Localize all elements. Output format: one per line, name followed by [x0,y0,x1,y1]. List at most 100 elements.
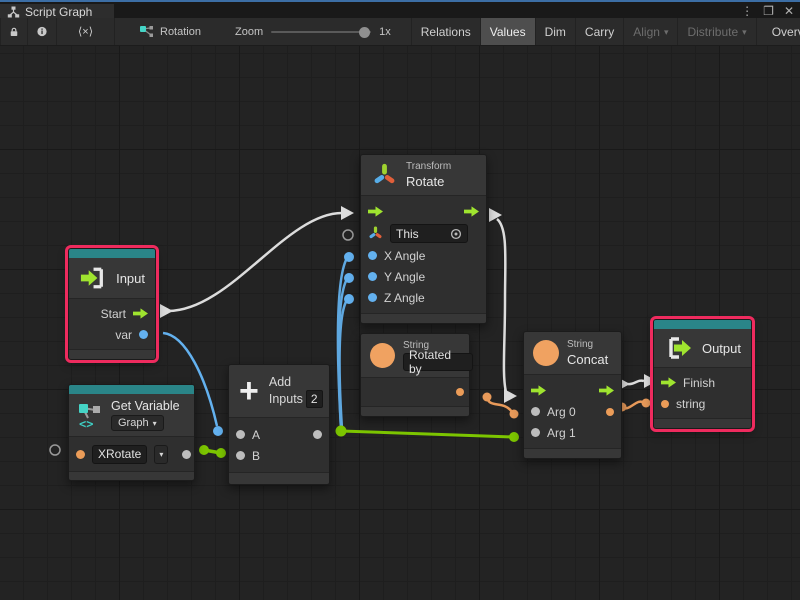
wire-endpoint-dot [199,445,209,455]
wire-endpoint-dot [344,273,354,283]
wire-start-marker [489,208,502,222]
port-label: A [252,428,260,442]
node-output[interactable]: Output Finish string [653,319,752,429]
port-row-var[interactable]: var [69,324,155,345]
svg-text:<>: <> [79,417,93,429]
port-row-a[interactable]: A [229,424,329,445]
node-get-variable[interactable]: <> Get Variable Graph ▾ XRotate ▾ [68,384,195,481]
flow-row[interactable] [361,201,486,222]
port-label: Arg 0 [547,405,576,419]
node-footer [361,314,486,323]
unconnected-port-ring[interactable] [50,445,60,455]
node-string-concat[interactable]: String Concat Arg 0 A [523,331,622,459]
input-count-stepper[interactable]: 2 [306,390,323,408]
node-footer [229,473,329,484]
this-row[interactable]: This [361,222,486,245]
port-label: Y Angle [384,270,425,284]
unconnected-port-ring[interactable] [343,230,353,240]
wire-endpoint-dot [642,399,651,408]
wire-add-to-zangle[interactable] [340,300,347,429]
node-footer [69,472,194,480]
port-row-string[interactable]: string [654,393,751,414]
output-port-icon[interactable] [182,450,191,459]
wire-endpoint-dot [483,393,492,402]
port-row-b[interactable]: B [229,445,329,466]
port-label: Finish [683,376,715,390]
this-object-field[interactable]: This [390,224,468,243]
string-value-field[interactable]: Rotated by [403,353,473,371]
wire-endpoint-dot [213,426,223,436]
output-port-icon[interactable] [313,430,322,439]
input-port-icon [531,407,540,416]
input-icon [79,266,108,290]
string-port-icon [661,400,669,408]
get-variable-icon: <> [77,402,103,429]
node-footer [524,449,621,458]
scope-label: Graph [118,417,149,429]
flow-row[interactable] [524,380,621,401]
string-port-icon[interactable] [76,450,85,459]
port-label: string [676,397,705,411]
node-subtitle: String [567,339,608,350]
port-row-arg0[interactable]: Arg 0 [524,401,621,422]
node-add[interactable]: + Add Inputs 2 A B [228,364,330,485]
definition-strip [69,249,155,258]
node-footer [654,419,751,428]
chevron-down-icon: ▾ [159,450,163,459]
wire-arrowhead [504,389,517,403]
object-picker-icon[interactable] [450,228,462,240]
value-port-icon [368,272,377,281]
input-port-icon [531,428,540,437]
variable-row: XRotate ▾ [69,443,194,465]
output-icon [664,336,694,360]
wire-arrowhead [341,206,354,220]
wire-endpoint-dot [509,432,519,442]
wire-rotate-to-concat[interactable] [497,219,506,392]
wire-add-to-arg1[interactable] [341,431,514,437]
node-string-literal[interactable]: String Rotated by [360,333,470,417]
wire-concat-to-output[interactable] [628,381,644,385]
chevron-down-icon: ▾ [153,419,157,428]
variable-picker-button[interactable]: ▾ [154,445,168,464]
wire-endpoint-dot [336,426,347,437]
wire-endpoint-dot [344,252,354,262]
node-transform-rotate[interactable]: Transform Rotate [360,154,487,324]
result-port-icon[interactable] [606,408,614,416]
wire-start-marker [160,304,173,318]
port-row-start[interactable]: Start [69,303,155,324]
wire-endpoint-dot [344,294,354,304]
value-port-icon [139,330,148,339]
port-row-finish[interactable]: Finish [654,372,751,393]
variable-name-field[interactable]: XRotate [92,445,147,464]
script-graph-window: Script Graph ⋮ ❐ ✕ ⟨×⟩ [0,0,800,600]
variable-scope-dropdown[interactable]: Graph ▾ [111,415,164,431]
rotate-tool-icon [371,162,398,189]
node-input[interactable]: Input Start var [68,248,156,360]
node-title: Rotate [406,174,451,189]
node-title: Output [702,341,741,356]
variable-name: XRotate [98,447,141,461]
definition-strip [654,320,751,329]
port-row-x-angle[interactable]: X Angle [361,245,486,266]
port-label: Start [101,307,126,321]
port-row-y-angle[interactable]: Y Angle [361,266,486,287]
wire-start-to-rotate[interactable] [168,213,342,311]
value-port-icon [368,251,377,260]
this-label: This [396,227,419,241]
node-title: Input [116,271,145,286]
definition-strip [69,385,194,394]
port-label: X Angle [384,249,425,263]
port-label: Arg 1 [547,426,576,440]
wire-endpoint-dot [510,410,519,419]
flow-in-icon [368,206,383,217]
transform-mini-icon [368,226,383,241]
node-title-line2: Inputs [269,391,303,407]
flow-port-icon [661,377,676,388]
port-row-arg1[interactable]: Arg 1 [524,422,621,443]
string-port-icon[interactable] [456,388,464,396]
output-row[interactable] [361,383,469,401]
port-row-z-angle[interactable]: Z Angle [361,287,486,308]
string-value: Rotated by [409,348,467,376]
node-footer [361,407,469,416]
node-subtitle: Transform [406,161,451,172]
